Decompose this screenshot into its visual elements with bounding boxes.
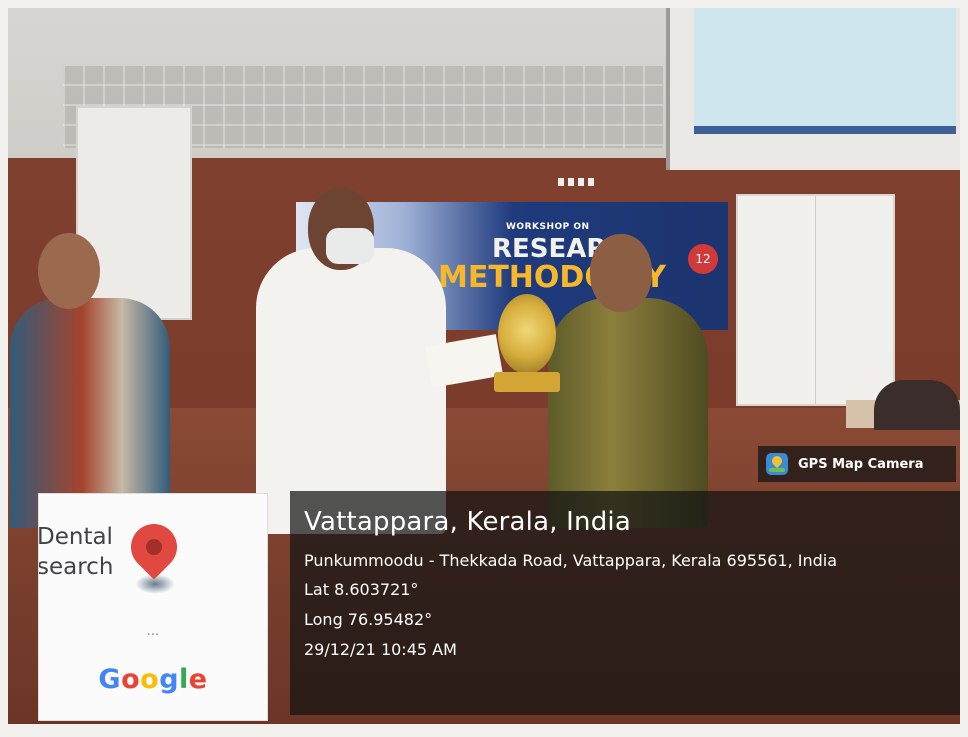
memento-base <box>494 372 560 392</box>
address: Punkummoodu - Thekkada Road, Vattappara,… <box>304 551 838 570</box>
screen-taskbar <box>694 126 956 134</box>
map-thumbnail: Dental search ... Google <box>38 493 268 721</box>
screen-content <box>694 8 956 126</box>
gps-camera-badge: GPS Map Camera <box>758 446 956 482</box>
longitude: Long 76.95482° <box>304 610 433 629</box>
location-overlay: Vattappara, Kerala, India Punkummoodu - … <box>290 491 960 715</box>
place-name: Vattappara, Kerala, India <box>304 507 631 537</box>
door-right <box>736 194 895 406</box>
datetime: 29/12/21 10:45 AM <box>304 640 457 659</box>
map-place-text: Dental search <box>38 524 114 580</box>
chair <box>874 380 960 430</box>
map-ellipsis: ... <box>146 624 160 639</box>
face-mask <box>326 228 374 264</box>
gps-badge-label: GPS Map Camera <box>798 456 924 472</box>
google-logo: Google <box>98 664 208 695</box>
person-left-head <box>38 233 100 309</box>
map-pin-icon <box>766 453 788 475</box>
latitude: Lat 8.603721° <box>304 580 419 599</box>
person-right-head <box>590 234 652 312</box>
projector-screen <box>666 8 960 170</box>
memento-trophy <box>498 294 556 374</box>
banner-badge: 12 <box>688 244 718 274</box>
banner-line1: WORKSHOP ON <box>506 222 590 232</box>
pin-center <box>146 539 162 555</box>
wall-switches <box>558 178 598 186</box>
